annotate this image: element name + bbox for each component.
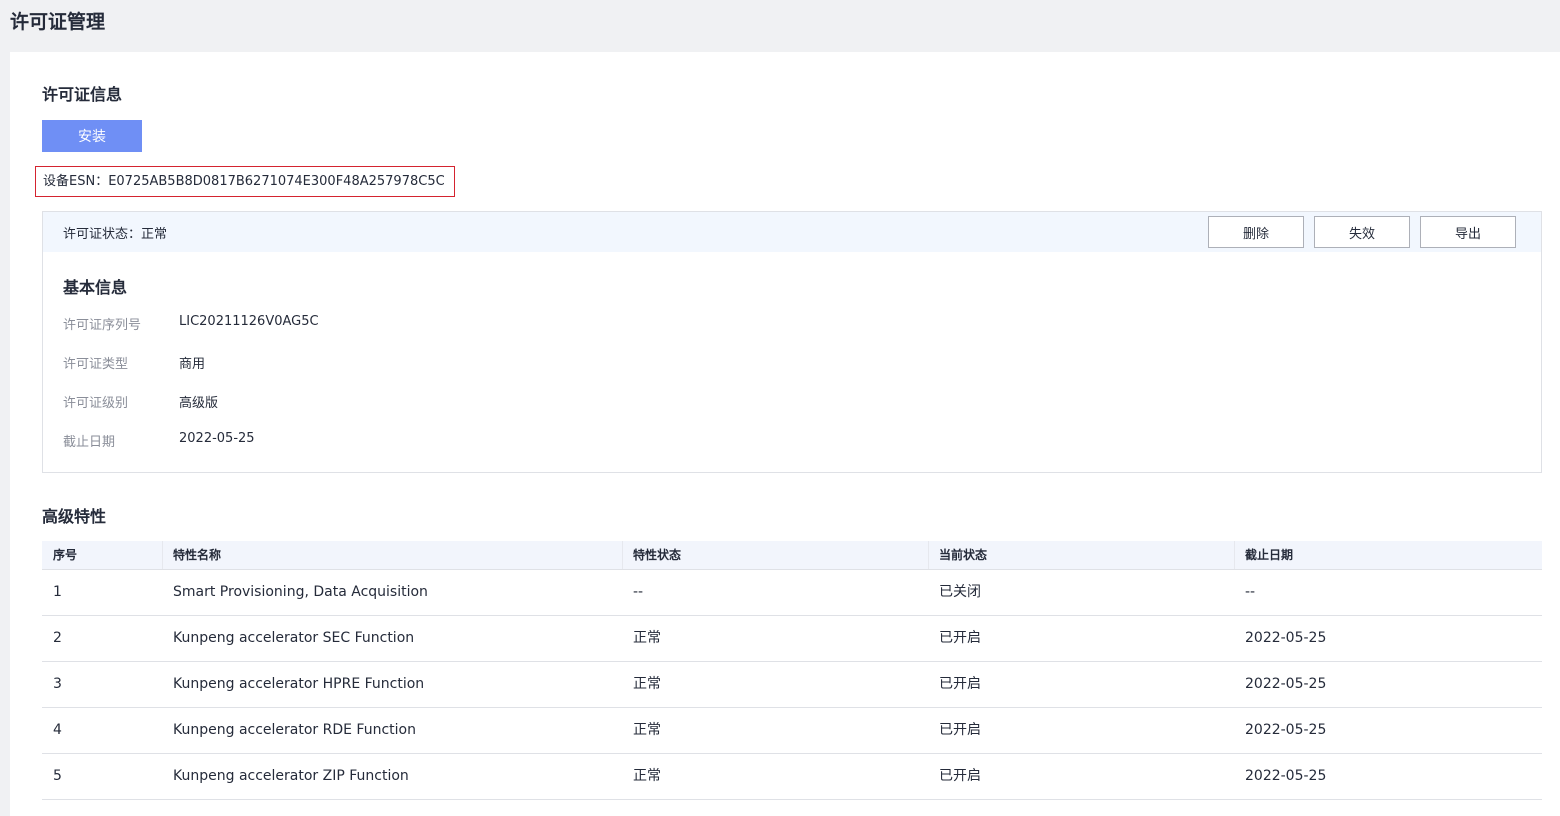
cell-current-status: 已开启 — [939, 722, 981, 738]
license-card-header: 许可证状态：正常 删除 失效 导出 — [43, 212, 1541, 252]
cell-feature-status: 正常 — [633, 676, 661, 692]
table-row: 2 Kunpeng accelerator SEC Function 正常 已开… — [42, 616, 1542, 662]
features-table: 序号 特性名称 特性状态 当前状态 截止日期 1 Smart Provision… — [42, 541, 1542, 800]
cell-expiry: 2022-05-25 — [1245, 676, 1327, 692]
license-card: 许可证状态：正常 删除 失效 导出 基本信息 许可证序列号 LIC2021112… — [42, 211, 1542, 473]
cell-index: 3 — [53, 676, 62, 692]
field-value: LIC20211126V0AG5C — [179, 314, 319, 329]
field-label: 许可证类型 — [63, 357, 129, 372]
table-header: 序号 特性名称 特性状态 当前状态 截止日期 — [42, 541, 1542, 570]
cell-index: 4 — [53, 722, 62, 738]
cell-feature-status: 正常 — [633, 768, 661, 784]
cell-feature-status: -- — [633, 584, 644, 600]
table-row: 3 Kunpeng accelerator HPRE Function 正常 已… — [42, 662, 1542, 708]
cell-expiry: -- — [1245, 584, 1256, 600]
license-info-title: 许可证信息 — [42, 85, 123, 104]
field-label: 许可证级别 — [63, 396, 129, 411]
field-value: 2022-05-25 — [179, 431, 255, 446]
device-esn: 设备ESN：E0725AB5B8D0817B6271074E300F48A257… — [35, 166, 455, 197]
cell-expiry: 2022-05-25 — [1245, 630, 1327, 646]
cell-name: Kunpeng accelerator ZIP Function — [173, 768, 409, 784]
table-row: 5 Kunpeng accelerator ZIP Function 正常 已开… — [42, 754, 1542, 800]
cell-name: Kunpeng accelerator RDE Function — [173, 722, 416, 738]
install-button[interactable]: 安装 — [42, 120, 142, 152]
cell-current-status: 已开启 — [939, 768, 981, 784]
export-button[interactable]: 导出 — [1420, 216, 1516, 248]
invalidate-button[interactable]: 失效 — [1314, 216, 1410, 248]
features-title: 高级特性 — [42, 507, 107, 526]
table-row: 4 Kunpeng accelerator RDE Function 正常 已开… — [42, 708, 1542, 754]
column-header-expiry: 截止日期 — [1234, 541, 1542, 569]
cell-current-status: 已开启 — [939, 630, 981, 646]
main-content: 许可证信息 安装 设备ESN：E0725AB5B8D0817B6271074E3… — [10, 52, 1560, 816]
cell-name: Kunpeng accelerator SEC Function — [173, 630, 415, 646]
column-header-name: 特性名称 — [162, 541, 622, 569]
column-header-index: 序号 — [53, 548, 78, 562]
cell-name: Kunpeng accelerator HPRE Function — [173, 676, 425, 692]
table-row: 1 Smart Provisioning, Data Acquisition -… — [42, 570, 1542, 616]
cell-name: Smart Provisioning, Data Acquisition — [173, 584, 428, 600]
basic-info-title: 基本信息 — [63, 278, 128, 297]
license-status: 许可证状态：正常 — [63, 227, 168, 242]
field-label: 许可证序列号 — [63, 318, 142, 333]
cell-feature-status: 正常 — [633, 722, 661, 738]
cell-expiry: 2022-05-25 — [1245, 768, 1327, 784]
cell-current-status: 已开启 — [939, 676, 981, 692]
field-label: 截止日期 — [63, 435, 116, 450]
cell-index: 1 — [53, 584, 62, 600]
cell-feature-status: 正常 — [633, 630, 661, 646]
column-header-feature-status: 特性状态 — [622, 541, 928, 569]
page-title: 许可证管理 — [10, 11, 106, 33]
delete-button[interactable]: 删除 — [1208, 216, 1304, 248]
cell-expiry: 2022-05-25 — [1245, 722, 1327, 738]
cell-index: 5 — [53, 768, 62, 784]
field-value: 商用 — [179, 357, 206, 372]
field-value: 高级版 — [179, 396, 219, 411]
cell-current-status: 已关闭 — [939, 584, 981, 600]
cell-index: 2 — [53, 630, 62, 646]
column-header-current-status: 当前状态 — [928, 541, 1234, 569]
